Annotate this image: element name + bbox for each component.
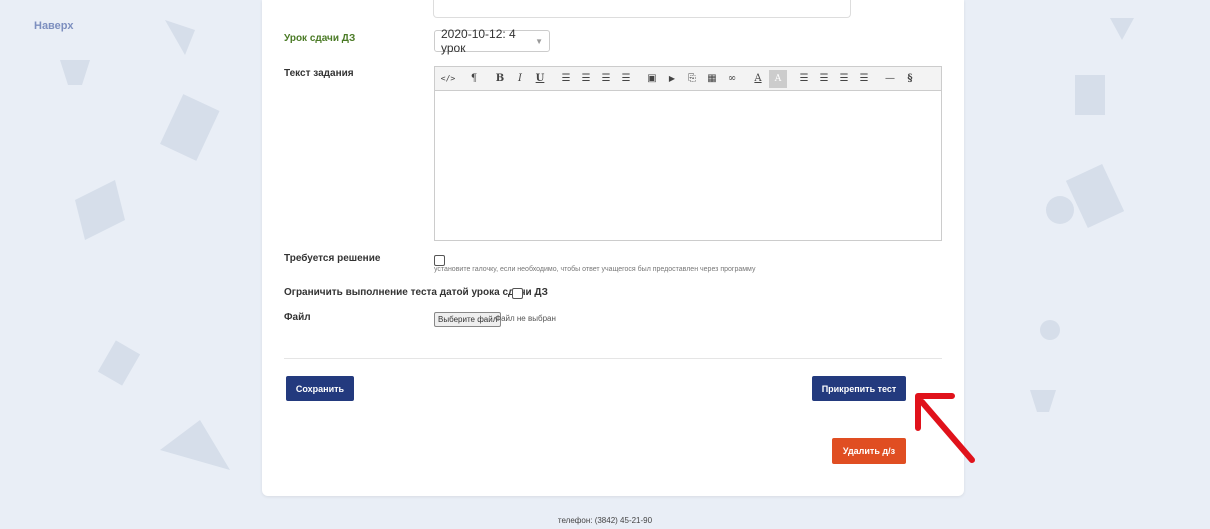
source-icon[interactable]: § [901, 70, 919, 88]
indent-icon[interactable]: ☰ [617, 70, 635, 88]
table-icon[interactable]: ▦ [703, 70, 721, 88]
editor-toolbar: </> ¶ B I U ☰ ☰ ☰ ☰ ▣ ▶ ⎘ ▦ ∞ A A ☰ ☰ ☰ … [435, 67, 941, 91]
solution-required-checkbox[interactable] [434, 255, 445, 266]
delete-homework-button[interactable]: Удалить д/з [832, 438, 906, 464]
background-color-icon[interactable]: A [769, 69, 787, 88]
limit-test-label: Ограничить выполнение теста датой урока … [284, 287, 548, 298]
file-label: Файл [284, 312, 311, 323]
solution-hint: установите галочку, если необходимо, что… [434, 266, 756, 273]
link-icon[interactable]: ∞ [723, 70, 741, 88]
font-color-icon[interactable]: A [749, 70, 767, 88]
align-right-icon[interactable]: ☰ [835, 70, 853, 88]
editor-content-area[interactable] [435, 91, 941, 240]
paragraph-icon[interactable]: ¶ [465, 70, 483, 88]
task-text-label: Текст задания [284, 68, 354, 79]
justify-icon[interactable]: ☰ [855, 70, 873, 88]
chevron-down-icon: ▼ [535, 36, 543, 46]
numbered-list-icon[interactable]: ☰ [577, 70, 595, 88]
underline-icon[interactable]: U [531, 70, 549, 88]
lesson-label: Урок сдачи ДЗ [284, 33, 356, 44]
limit-test-checkbox[interactable] [512, 288, 523, 299]
attach-test-button[interactable]: Прикрепить тест [812, 376, 906, 401]
image-icon[interactable]: ▣ [643, 70, 661, 88]
rich-text-editor: </> ¶ B I U ☰ ☰ ☰ ☰ ▣ ▶ ⎘ ▦ ∞ A A ☰ ☰ ☰ … [434, 66, 942, 241]
form-panel: Урок сдачи ДЗ 2020-10-12: 4 урок ▼ Текст… [262, 0, 964, 496]
red-arrow-annotation [915, 393, 975, 463]
align-left-icon[interactable]: ☰ [795, 70, 813, 88]
align-center-icon[interactable]: ☰ [815, 70, 833, 88]
previous-field[interactable] [433, 0, 851, 18]
italic-icon[interactable]: I [511, 70, 529, 88]
lesson-select-value: 2020-10-12: 4 урок [441, 27, 516, 55]
footer-phone: телефон: (3842) 45-21-90 [557, 516, 653, 525]
bold-icon[interactable]: B [491, 70, 509, 88]
divider [284, 358, 942, 359]
solution-required-label: Требуется решение [284, 253, 381, 264]
bullet-list-icon[interactable]: ☰ [557, 70, 575, 88]
choose-file-button[interactable]: Выберите файл [434, 312, 502, 327]
save-button[interactable]: Сохранить [286, 376, 354, 401]
file-status: Файл не выбран [495, 314, 556, 323]
outdent-icon[interactable]: ☰ [597, 70, 615, 88]
video-icon[interactable]: ▶ [663, 70, 681, 88]
attach-file-icon[interactable]: ⎘ [683, 70, 701, 88]
back-to-top-link[interactable]: Наверх [34, 20, 74, 32]
code-view-icon[interactable]: </> [439, 70, 457, 88]
lesson-select[interactable]: 2020-10-12: 4 урок ▼ [434, 27, 550, 55]
horizontal-rule-icon[interactable]: — [881, 70, 899, 88]
